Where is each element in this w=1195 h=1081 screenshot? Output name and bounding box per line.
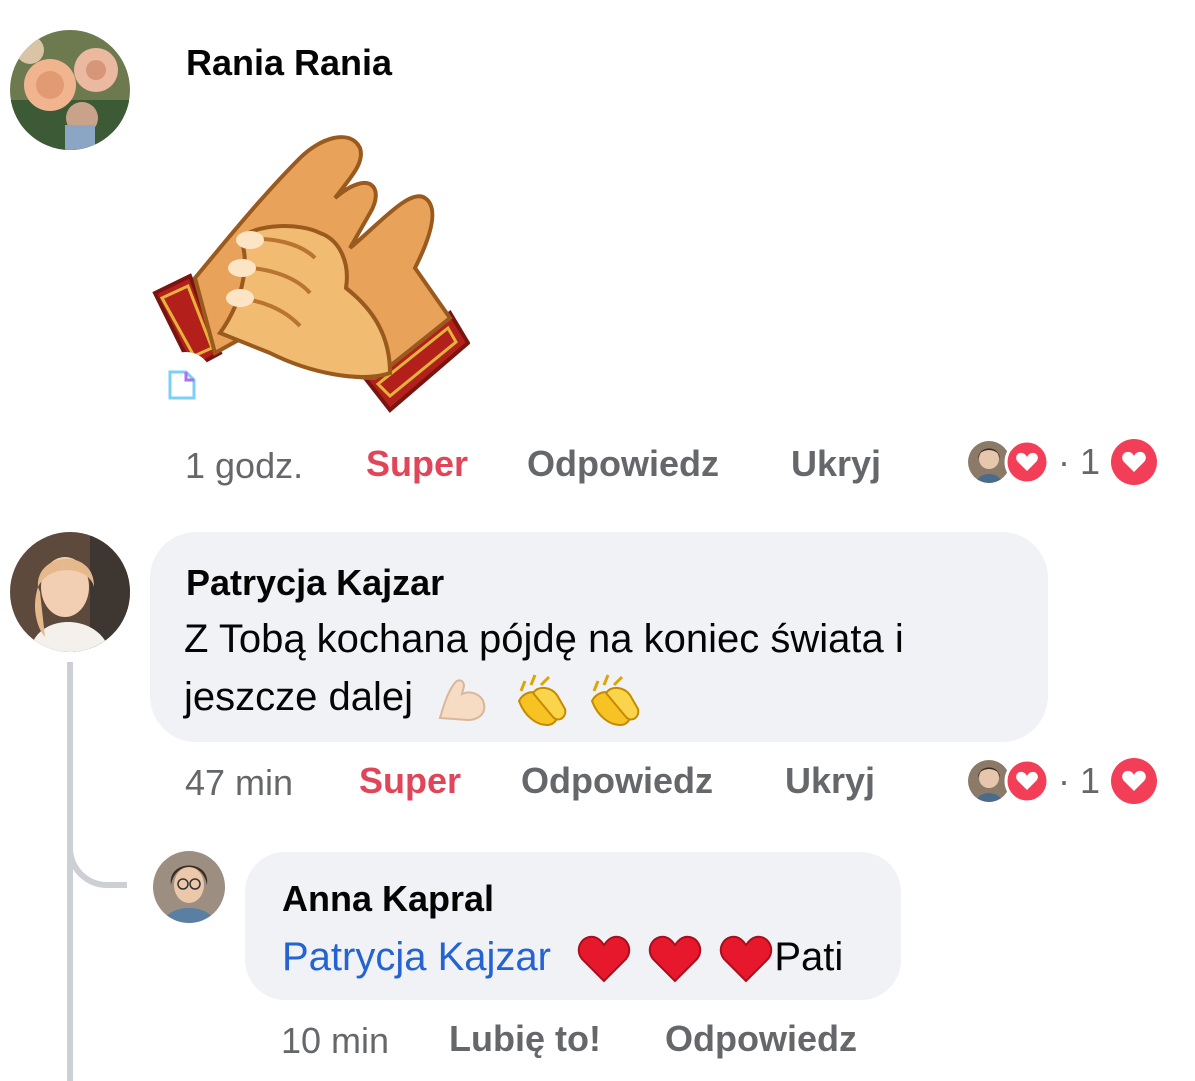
love-reaction-icon[interactable] — [1110, 757, 1158, 805]
hide-button[interactable]: Ukryj — [785, 760, 875, 802]
hide-button[interactable]: Ukryj — [791, 443, 881, 485]
red-heart-emoji — [649, 936, 702, 983]
clapping-hands-emoji — [591, 674, 640, 727]
reaction-button[interactable]: Super — [366, 443, 468, 485]
thread-connector — [67, 830, 127, 888]
comment-text-line2-text: jeszcze dalej — [184, 675, 414, 719]
comment-author-rania[interactable]: Rania Rania — [186, 42, 392, 84]
comment-time[interactable]: 47 min — [185, 762, 293, 804]
clapping-hands-emoji — [518, 674, 567, 727]
red-heart-emoji — [720, 936, 773, 983]
flexed-biceps-emoji — [438, 679, 486, 722]
comment-text-line2: jeszcze dalej — [184, 668, 646, 727]
reaction-count: · 1 — [1058, 441, 1101, 482]
reply-author-anna[interactable]: Anna Kapral — [282, 878, 494, 920]
woman-glasses-avatar-image — [153, 851, 225, 923]
comment-author-patrycja[interactable]: Patrycja Kajzar — [186, 562, 444, 604]
roses-avatar-image — [10, 30, 130, 150]
woman-avatar-image — [10, 532, 130, 652]
reply-button[interactable]: Odpowiedz — [665, 1018, 857, 1060]
mention-link[interactable]: Patrycja Kajzar — [282, 935, 551, 979]
love-reaction-icon[interactable] — [1110, 438, 1158, 486]
reply-button[interactable]: Odpowiedz — [527, 443, 719, 485]
red-heart-emoji — [577, 936, 631, 983]
like-button[interactable]: Lubię to! — [449, 1018, 601, 1060]
reply-time[interactable]: 10 min — [281, 1020, 389, 1062]
avatar-anna[interactable] — [153, 851, 225, 923]
reply-text: Patrycja Kajzar Pati — [282, 928, 843, 986]
love-reaction-icon — [1004, 439, 1050, 485]
reaction-count: · 1 — [1058, 760, 1101, 801]
thread-line — [67, 662, 73, 1081]
sticker-badge-icon — [160, 352, 212, 404]
love-reaction-icon — [1004, 758, 1050, 804]
avatar-patrycja[interactable] — [10, 532, 130, 652]
reaction-button[interactable]: Super — [359, 760, 461, 802]
comment-time[interactable]: 1 godz. — [185, 445, 303, 487]
reaction-summary[interactable]: · 1 — [966, 757, 1158, 805]
avatar-rania[interactable] — [10, 30, 130, 150]
reply-text-tail: Pati — [774, 935, 844, 979]
reply-button[interactable]: Odpowiedz — [521, 760, 713, 802]
comment-text-line1: Z Tobą kochana pójdę na koniec świata i — [184, 617, 904, 661]
reaction-summary[interactable]: · 1 — [966, 438, 1158, 486]
